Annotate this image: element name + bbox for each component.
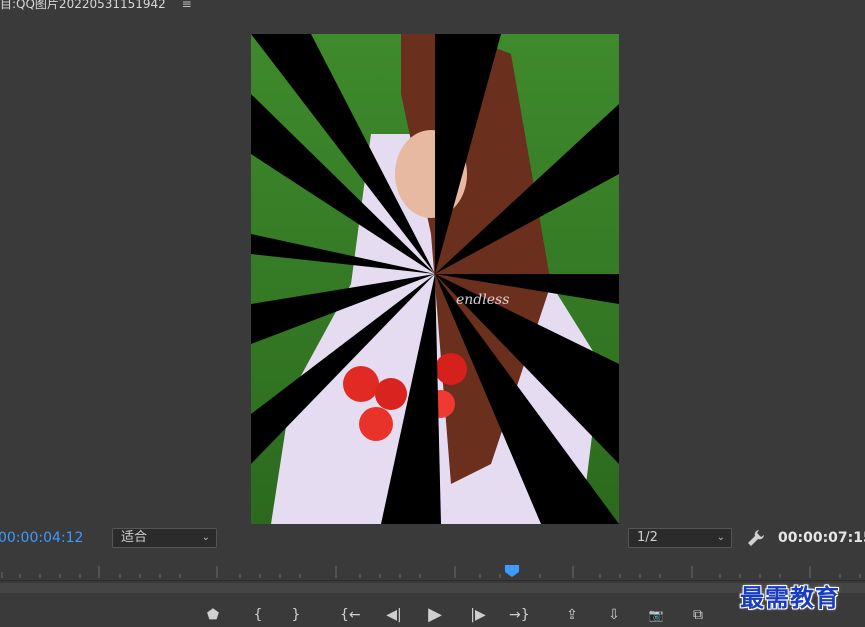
comparison-view-button[interactable]: ⧉ <box>688 605 708 625</box>
export-frame-button[interactable]: 📷 <box>646 605 666 625</box>
chevron-down-icon: ⌄ <box>201 532 210 543</box>
preview-overlay-text: endless <box>456 292 509 308</box>
go-to-in-button[interactable]: {← <box>340 605 361 625</box>
add-marker-button[interactable]: ⬟ <box>203 605 223 625</box>
step-forward-button[interactable]: |▶ <box>468 605 488 625</box>
watermark-logo: 最需教育 <box>740 583 840 612</box>
time-ruler[interactable] <box>0 560 865 582</box>
ruler-baseline <box>0 580 865 581</box>
lift-button[interactable]: ⇪ <box>562 605 582 625</box>
step-back-button[interactable]: ◀| <box>384 605 404 625</box>
monitor-controls: 00:00:04:12 适合 ⌄ 1/2 ⌄ 00:00:07:15 <box>0 528 865 550</box>
video-preview: endless <box>251 34 619 524</box>
sequence-name: 目:QQ图片20220531151942 <box>0 0 166 11</box>
current-timecode[interactable]: 00:00:04:12 <box>0 530 83 546</box>
mark-in-button[interactable]: { <box>248 605 268 625</box>
duration-timecode: 00:00:07:15 <box>778 530 865 546</box>
extract-button[interactable]: ⇩ <box>604 605 624 625</box>
panel-menu-icon[interactable]: ≡ <box>182 0 192 11</box>
transport-controls: ⬟ { } {← ◀| ▶ |▶ →} ⇪ ⇩ 📷 ⧉ <box>0 605 865 627</box>
zoom-level-value: 适合 <box>121 530 148 545</box>
zoom-scrollbar[interactable] <box>0 583 865 593</box>
resolution-value: 1/2 <box>637 530 658 545</box>
zoom-level-select[interactable]: 适合 ⌄ <box>112 528 217 548</box>
playhead-marker[interactable] <box>505 565 519 577</box>
go-to-out-button[interactable]: →} <box>509 605 530 625</box>
program-monitor-title: 目:QQ图片20220531151942 ≡ <box>0 0 192 11</box>
play-button[interactable]: ▶ <box>425 605 445 625</box>
mark-out-button[interactable]: } <box>286 605 306 625</box>
playback-resolution-select[interactable]: 1/2 ⌄ <box>628 528 732 548</box>
chevron-down-icon: ⌄ <box>716 532 725 543</box>
settings-wrench-icon[interactable] <box>746 528 766 548</box>
